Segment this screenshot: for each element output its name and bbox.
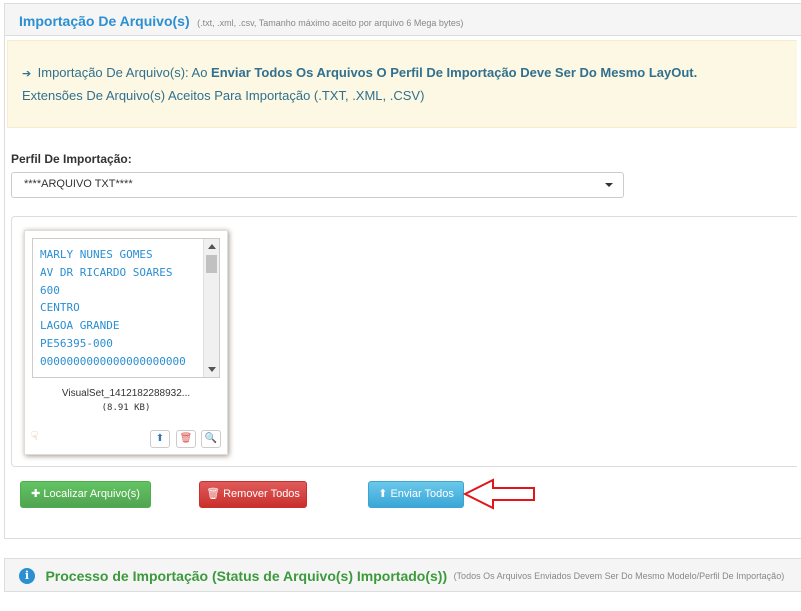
import-alert: ➔ Importação De Arquivo(s): Ao Enviar To… (7, 40, 797, 128)
drag-handle-icon[interactable]: ☟ (31, 429, 38, 443)
file-size: (8.91 KB) (101, 403, 151, 413)
zoom-file-button[interactable]: 🔍 (201, 430, 221, 448)
chevron-down-icon (605, 183, 613, 187)
page-subtitle: (.txt, .xml, .csv, Tamanho máximo aceito… (197, 18, 464, 28)
remove-file-button[interactable]: 🗑 (176, 430, 196, 448)
alert-line-1: ➔ Importação De Arquivo(s): Ao Enviar To… (22, 65, 783, 80)
file-name: VisualSet_1412182288932... (61, 388, 191, 399)
profile-select[interactable]: ****ARQUIVO TXT**** (11, 172, 624, 198)
status-panel-subtitle: (Todos Os Arquivos Enviados Devem Ser Do… (453, 570, 785, 581)
profile-label: Perfil De Importação: (11, 152, 132, 166)
upload-icon: ⬆ (378, 488, 388, 500)
send-all-button[interactable]: ⬆ Enviar Todos (368, 481, 464, 508)
send-all-label: Enviar Todos (390, 488, 454, 500)
remove-all-label: Remover Todos (223, 488, 300, 500)
remove-all-button[interactable]: 🗑 Remover Todos (199, 481, 307, 508)
locate-files-button[interactable]: ✚ Localizar Arquivo(s) (20, 481, 151, 508)
locate-files-label: Localizar Arquivo(s) (43, 488, 140, 500)
page-title: Importação De Arquivo(s) (19, 13, 190, 29)
page: Importação De Arquivo(s) (.txt, .xml, .c… (0, 0, 801, 611)
trash-icon: 🗑 (179, 433, 193, 444)
scroll-up-icon[interactable] (208, 244, 216, 249)
upload-file-button[interactable]: ⬆ (150, 430, 170, 448)
file-preview-box: MARLY NUNES GOMES AV DR RICARDO SOARES 6… (32, 238, 220, 378)
upload-icon: ⬆ (155, 433, 165, 444)
trash-icon: 🗑 (206, 488, 221, 500)
import-panel-heading: Importação De Arquivo(s) (.txt, .xml, .c… (5, 4, 801, 36)
annotation-arrow-icon (463, 478, 535, 510)
info-icon: i (19, 567, 35, 584)
file-preview-text: MARLY NUNES GOMES AV DR RICARDO SOARES 6… (40, 248, 186, 368)
status-panel-title: Processo de Importação (Status de Arquiv… (45, 567, 448, 584)
scroll-thumb[interactable] (206, 255, 217, 273)
scroll-down-icon[interactable] (208, 367, 216, 372)
alert-text-bold: Enviar Todos Os Arquivos O Perfil De Imp… (211, 65, 698, 80)
alert-line-2: Extensões De Arquivo(s) Aceitos Para Imp… (22, 88, 425, 103)
zoom-icon: 🔍 (204, 433, 218, 444)
alert-text-prefix: Importação De Arquivo(s): Ao (37, 65, 212, 80)
profile-select-value: ****ARQUIVO TXT**** (24, 178, 133, 190)
plus-icon: ✚ (31, 488, 41, 500)
preview-scrollbar[interactable] (203, 239, 219, 377)
status-panel-heading: i Processo de Importação (Status de Arqu… (4, 558, 801, 592)
file-preview-card: MARLY NUNES GOMES AV DR RICARDO SOARES 6… (24, 230, 228, 455)
sign-in-icon: ➔ (22, 68, 32, 80)
